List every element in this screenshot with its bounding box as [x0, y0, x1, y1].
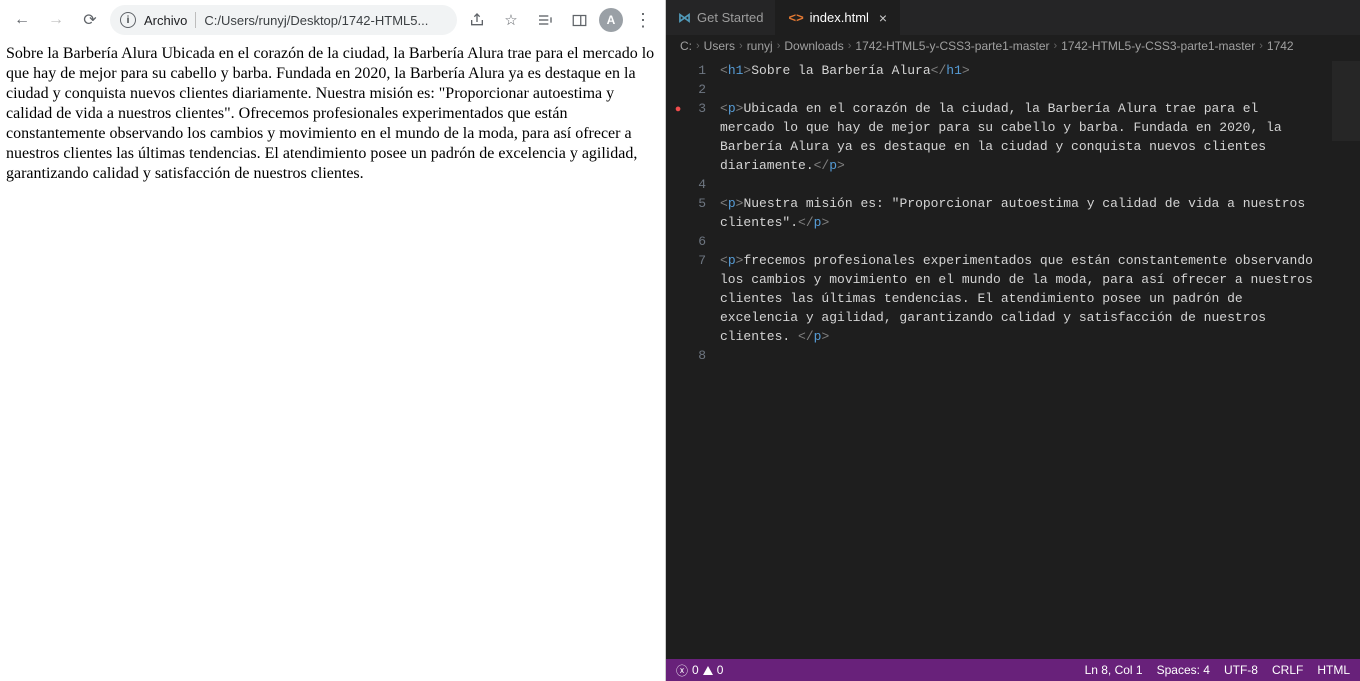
browser-menu-icon[interactable]: ⋮ — [629, 6, 657, 34]
status-encoding[interactable]: UTF-8 — [1224, 663, 1258, 677]
breadcrumb-seg[interactable]: 1742 — [1267, 39, 1294, 53]
code-line[interactable]: <p>Nuestra misión es: "Proporcionar auto… — [720, 194, 1360, 232]
breadcrumb-seg[interactable]: C: — [680, 39, 692, 53]
omnibox-separator — [195, 12, 196, 28]
breadcrumbs[interactable]: C:› Users› runyj› Downloads› 1742-HTML5-… — [666, 35, 1360, 57]
line-number: 1 — [690, 61, 720, 80]
status-cursor-pos[interactable]: Ln 8, Col 1 — [1085, 663, 1143, 677]
error-count: 0 — [692, 663, 699, 677]
chevron-right-icon: › — [739, 40, 743, 52]
browser-toolbar: ← → ⟳ i Archivo C:/Users/runyj/Desktop/1… — [0, 0, 665, 40]
reload-button[interactable]: ⟳ — [76, 6, 104, 34]
vscode-icon: ⋈ — [678, 10, 691, 26]
side-panel-icon[interactable] — [565, 6, 593, 34]
line-number: 6 — [690, 232, 720, 251]
code-line[interactable]: <p>Ubicada en el corazón de la ciudad, l… — [720, 99, 1360, 175]
browser-pane: ← → ⟳ i Archivo C:/Users/runyj/Desktop/1… — [0, 0, 666, 681]
code-line[interactable]: <p>frecemos profesionales experimentados… — [720, 251, 1360, 346]
code-line[interactable]: <h1>Sobre la Barbería Alura</h1> — [720, 61, 1360, 80]
breadcrumb-seg[interactable]: runyj — [747, 39, 773, 53]
reading-list-icon[interactable] — [531, 6, 559, 34]
status-spaces[interactable]: Spaces: 4 — [1157, 663, 1210, 677]
site-info-icon[interactable]: i — [120, 12, 136, 28]
status-language[interactable]: HTML — [1317, 663, 1350, 677]
error-icon: ⓧ — [676, 662, 688, 679]
html-file-icon: <> — [788, 10, 803, 25]
line-number: 4 — [690, 175, 720, 194]
page-content: Sobre la Barbería Alura Ubicada en el co… — [0, 40, 665, 188]
chevron-right-icon: › — [1053, 40, 1057, 52]
line-number: 2 — [690, 80, 720, 99]
status-bar: ⓧ 0 0 Ln 8, Col 1 Spaces: 4 UTF-8 CRLF HT… — [666, 659, 1360, 681]
tab-label: Get Started — [697, 10, 763, 25]
chevron-right-icon: › — [848, 40, 852, 52]
warning-count: 0 — [717, 663, 724, 677]
breadcrumb-seg[interactable]: 1742-HTML5-y-CSS3-parte1-master — [1061, 39, 1255, 53]
minimap[interactable] — [1332, 61, 1360, 141]
chevron-right-icon: › — [696, 40, 700, 52]
tab-index-html[interactable]: <> index.html × — [776, 0, 900, 35]
code-editor[interactable]: 1 <h1>Sobre la Barbería Alura</h1> 2 ●3 … — [666, 57, 1360, 659]
status-problems[interactable]: ⓧ 0 0 — [676, 662, 723, 679]
status-eol[interactable]: CRLF — [1272, 663, 1303, 677]
share-icon[interactable] — [463, 6, 491, 34]
breadcrumb-seg[interactable]: Users — [704, 39, 735, 53]
bookmark-icon[interactable]: ☆ — [497, 6, 525, 34]
tab-get-started[interactable]: ⋈ Get Started — [666, 0, 776, 35]
omnibox-url: C:/Users/runyj/Desktop/1742-HTML5... — [204, 13, 447, 28]
editor-tabs: ⋈ Get Started <> index.html × — [666, 0, 1360, 35]
close-icon[interactable]: × — [879, 10, 887, 26]
forward-button[interactable]: → — [42, 6, 70, 34]
profile-avatar[interactable]: A — [599, 8, 623, 32]
avatar-letter: A — [607, 13, 616, 27]
line-number: 3 — [690, 99, 720, 118]
back-button[interactable]: ← — [8, 6, 36, 34]
tab-label: index.html — [810, 10, 869, 25]
breadcrumb-seg[interactable]: Downloads — [784, 39, 843, 53]
line-number: 8 — [690, 346, 720, 365]
breakpoint-icon[interactable]: ● — [675, 104, 682, 116]
line-number: 7 — [690, 251, 720, 270]
chevron-right-icon: › — [777, 40, 781, 52]
chevron-right-icon: › — [1259, 40, 1263, 52]
omnibox-prefix: Archivo — [144, 13, 187, 28]
address-bar[interactable]: i Archivo C:/Users/runyj/Desktop/1742-HT… — [110, 5, 457, 35]
vscode-pane: ⋈ Get Started <> index.html × C: › Users ›… — [666, 0, 1360, 681]
line-number: 5 — [690, 194, 720, 213]
breadcrumb-seg[interactable]: 1742-HTML5-y-CSS3-parte1-master — [855, 39, 1049, 53]
warning-icon — [703, 666, 713, 675]
